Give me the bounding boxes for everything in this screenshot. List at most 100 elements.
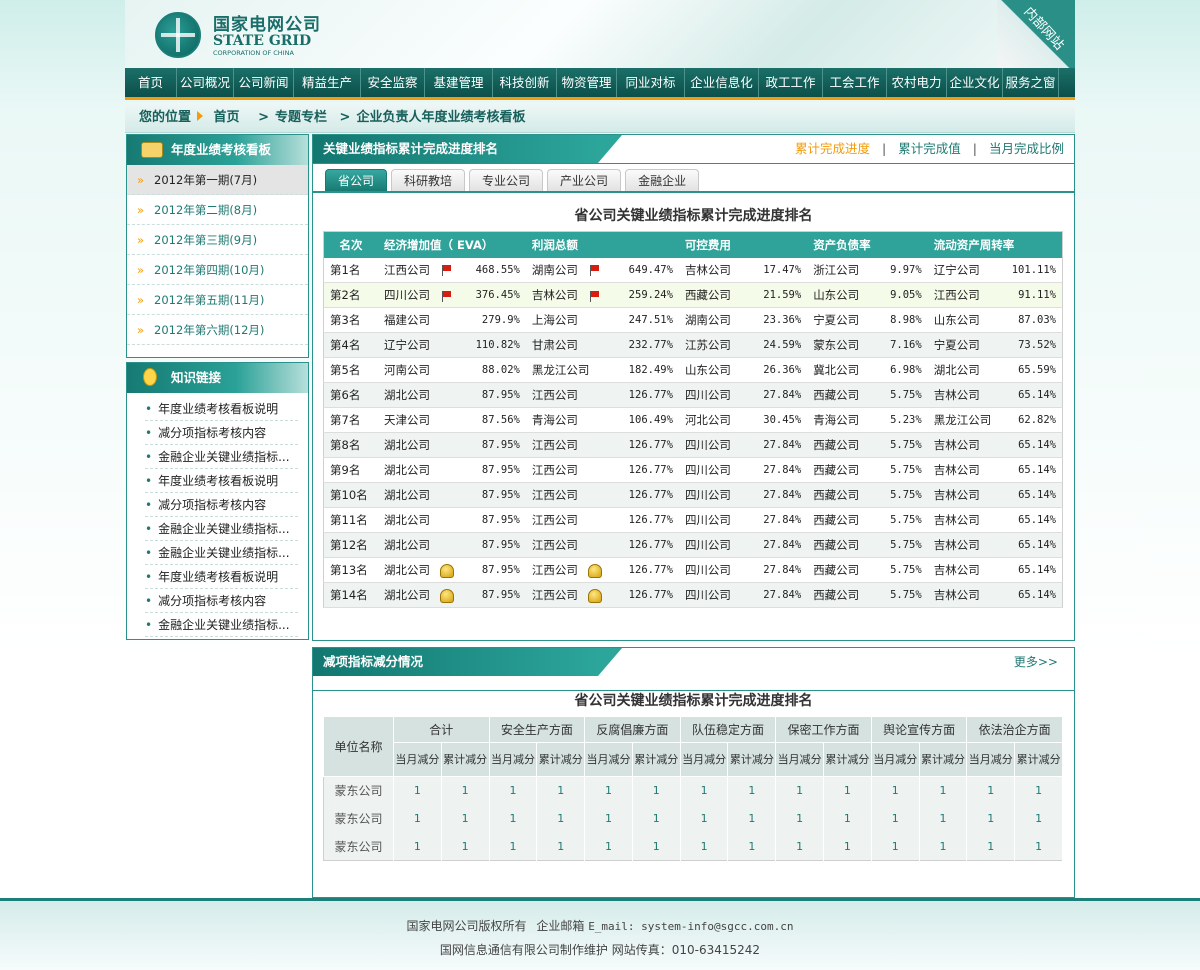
company-name: 黑龙江公司 bbox=[933, 413, 992, 427]
company-cell: 西藏公司 bbox=[807, 557, 882, 583]
value-cell: 88.02% bbox=[459, 357, 526, 383]
knowledge-link[interactable]: • 年度业绩考核看板说明 bbox=[145, 469, 298, 493]
value-cell: 232.77% bbox=[612, 332, 679, 358]
logo-chinese-name: 国家电网公司 bbox=[213, 15, 321, 35]
footer-email-link[interactable]: 企业邮箱 bbox=[536, 919, 584, 933]
company-name: 天津公司 bbox=[384, 413, 431, 427]
deduction-value-cell: 1 bbox=[393, 776, 442, 805]
knowledge-link[interactable]: • 金融企业关键业绩指标... bbox=[145, 517, 298, 541]
deduction-value-cell: 1 bbox=[823, 832, 872, 861]
period-item[interactable]: » 2012年第六期(12月) bbox=[127, 315, 308, 345]
more-link[interactable]: 更多>> bbox=[1014, 648, 1058, 676]
period-item[interactable]: » 2012年第四期(10月) bbox=[127, 255, 308, 285]
value-cell: 91.11% bbox=[1005, 282, 1063, 308]
deduction-value-cell: 1 bbox=[584, 776, 633, 805]
period-item[interactable]: » 2012年第二期(8月) bbox=[127, 195, 308, 225]
company-name: 福建公司 bbox=[384, 313, 431, 327]
nav-item[interactable]: 基建管理 bbox=[425, 68, 493, 97]
period-item[interactable]: » 2012年第一期(7月) bbox=[127, 165, 308, 195]
nav-item[interactable]: 安全监察 bbox=[361, 68, 425, 97]
nav-item[interactable]: 公司新闻 bbox=[234, 68, 294, 97]
rank-cell: 第7名 bbox=[323, 407, 379, 433]
knowledge-link[interactable]: • 年度业绩考核看板说明 bbox=[145, 397, 298, 421]
company-cell: 西藏公司 bbox=[807, 482, 882, 508]
value-cell: 65.14% bbox=[1005, 532, 1063, 558]
option-monthly-ratio[interactable]: 当月完成比例 bbox=[989, 141, 1064, 156]
company-name: 吉林公司 bbox=[933, 488, 980, 502]
company-cell: 青海公司 bbox=[525, 407, 613, 433]
company-cell: 辽宁公司 bbox=[378, 332, 460, 358]
nav-item[interactable]: 公司概况 bbox=[177, 68, 234, 97]
nav-item[interactable]: 同业对标 bbox=[617, 68, 685, 97]
deduction-value-cell: 1 bbox=[871, 832, 920, 861]
value-cell: 5.75% bbox=[882, 507, 928, 533]
value-cell: 5.75% bbox=[882, 482, 928, 508]
breadcrumb-home-link[interactable]: 首页 bbox=[214, 110, 240, 125]
tab-province[interactable]: 省公司 bbox=[325, 169, 388, 191]
company-type-tabs: 省公司 科研教培 专业公司 产业公司 金融企业 bbox=[313, 163, 1074, 193]
knowledge-link[interactable]: • 减分项指标考核内容 bbox=[145, 421, 298, 445]
nav-item[interactable]: 物资管理 bbox=[557, 68, 617, 97]
company-cell: 西藏公司 bbox=[678, 282, 758, 308]
table-row: 蒙东公司 1 1 1 1 1 1 1 1 1 1 1 1 1 1 bbox=[323, 832, 1063, 861]
value-cell: 5.23% bbox=[882, 407, 928, 433]
tab-finance[interactable]: 金融企业 bbox=[625, 169, 700, 191]
nav-item[interactable]: 首页 bbox=[125, 68, 177, 97]
option-cumulative-value[interactable]: 累计完成值 bbox=[898, 141, 961, 156]
deduction-value-cell: 1 bbox=[536, 776, 586, 805]
bell-icon bbox=[587, 563, 602, 578]
company-name: 吉林公司 bbox=[933, 563, 980, 577]
deduction-value-cell: 1 bbox=[871, 776, 920, 805]
nav-item[interactable]: 工会工作 bbox=[823, 68, 887, 97]
rank-cell: 第1名 bbox=[323, 257, 379, 283]
company-cell: 江西公司 bbox=[525, 482, 613, 508]
table-row: 第14名 湖北公司 87.95% 江西公司 126.77% 四川公司 27.84% 西藏公司 5… bbox=[323, 582, 1063, 608]
knowledge-link[interactable]: • 减分项指标考核内容 bbox=[145, 589, 298, 613]
knowledge-link[interactable]: • 金融企业关键业绩指标... bbox=[145, 613, 298, 637]
company-cell: 江西公司 bbox=[525, 557, 613, 583]
double-chevron-icon: » bbox=[137, 173, 145, 187]
nav-item[interactable]: 企业信息化 bbox=[685, 68, 759, 97]
company-cell: 湖北公司 bbox=[378, 457, 460, 483]
company-cell: 湖北公司 bbox=[378, 482, 460, 508]
company-cell: 江苏公司 bbox=[678, 332, 758, 358]
company-name: 西藏公司 bbox=[813, 563, 860, 577]
column-header: 经济增加值（ EVA） bbox=[378, 231, 526, 258]
nav-item[interactable]: 农村电力 bbox=[887, 68, 947, 97]
company-name: 四川公司 bbox=[684, 513, 731, 527]
tab-research[interactable]: 科研教培 bbox=[391, 169, 466, 191]
deduction-value-cell: 1 bbox=[393, 804, 442, 833]
company-name: 湖北公司 bbox=[384, 588, 431, 602]
table-row: 第11名 湖北公司 87.95% 江西公司 126.77% 四川公司 27.84% 西藏公司 5… bbox=[323, 507, 1063, 533]
knowledge-link-label: 金融企业关键业绩指标... bbox=[158, 450, 290, 464]
nav-item[interactable]: 服务之窗 bbox=[1003, 68, 1059, 97]
company-name: 江西公司 bbox=[384, 262, 431, 277]
value-cell: 23.36% bbox=[757, 307, 808, 333]
table-row: 第5名 河南公司 88.02% 黑龙江公司 182.49% 山东公司 26.36% 冀北公司 6… bbox=[323, 357, 1063, 383]
nav-item[interactable]: 科技创新 bbox=[493, 68, 557, 97]
double-chevron-icon: » bbox=[137, 293, 145, 307]
sub-header: 累计减分 bbox=[823, 742, 872, 777]
company-name: 四川公司 bbox=[684, 488, 731, 502]
knowledge-link[interactable]: • 减分项指标考核内容 bbox=[145, 493, 298, 517]
knowledge-link-label: 金融企业关键业绩指标... bbox=[158, 522, 290, 536]
nav-item[interactable]: 企业文化 bbox=[947, 68, 1003, 97]
company-name: 江西公司 bbox=[531, 488, 578, 502]
period-item[interactable]: » 2012年第五期(11月) bbox=[127, 285, 308, 315]
knowledge-link[interactable]: • 金融企业关键业绩指标... bbox=[145, 541, 298, 565]
knowledge-link[interactable]: • 年度业绩考核看板说明 bbox=[145, 565, 298, 589]
option-cumulative-progress[interactable]: 累计完成进度 bbox=[795, 141, 870, 156]
nav-item[interactable]: 精益生产 bbox=[294, 68, 361, 97]
company-cell: 冀北公司 bbox=[807, 357, 882, 383]
company-name: 江西公司 bbox=[933, 288, 980, 302]
table-row: 第2名 四川公司 376.45% 吉林公司 259.24% 西藏公司 21.59% 山东公司 9… bbox=[323, 282, 1063, 308]
breadcrumb-topics-link[interactable]: 专题专栏 bbox=[275, 110, 327, 125]
knowledge-link[interactable]: • 金融企业关键业绩指标... bbox=[145, 445, 298, 469]
period-item[interactable]: » 2012年第三期(9月) bbox=[127, 225, 308, 255]
tab-professional[interactable]: 专业公司 bbox=[469, 169, 544, 191]
tab-industry[interactable]: 产业公司 bbox=[547, 169, 622, 191]
deduction-value-cell: 1 bbox=[584, 804, 633, 833]
nav-item[interactable]: 政工工作 bbox=[759, 68, 823, 97]
site-header: 国家电网公司 STATE GRID CORPORATION OF CHINA 内… bbox=[125, 0, 1075, 68]
table-row: 第12名 湖北公司 87.95% 江西公司 126.77% 四川公司 27.84% 西藏公司 5… bbox=[323, 532, 1063, 558]
